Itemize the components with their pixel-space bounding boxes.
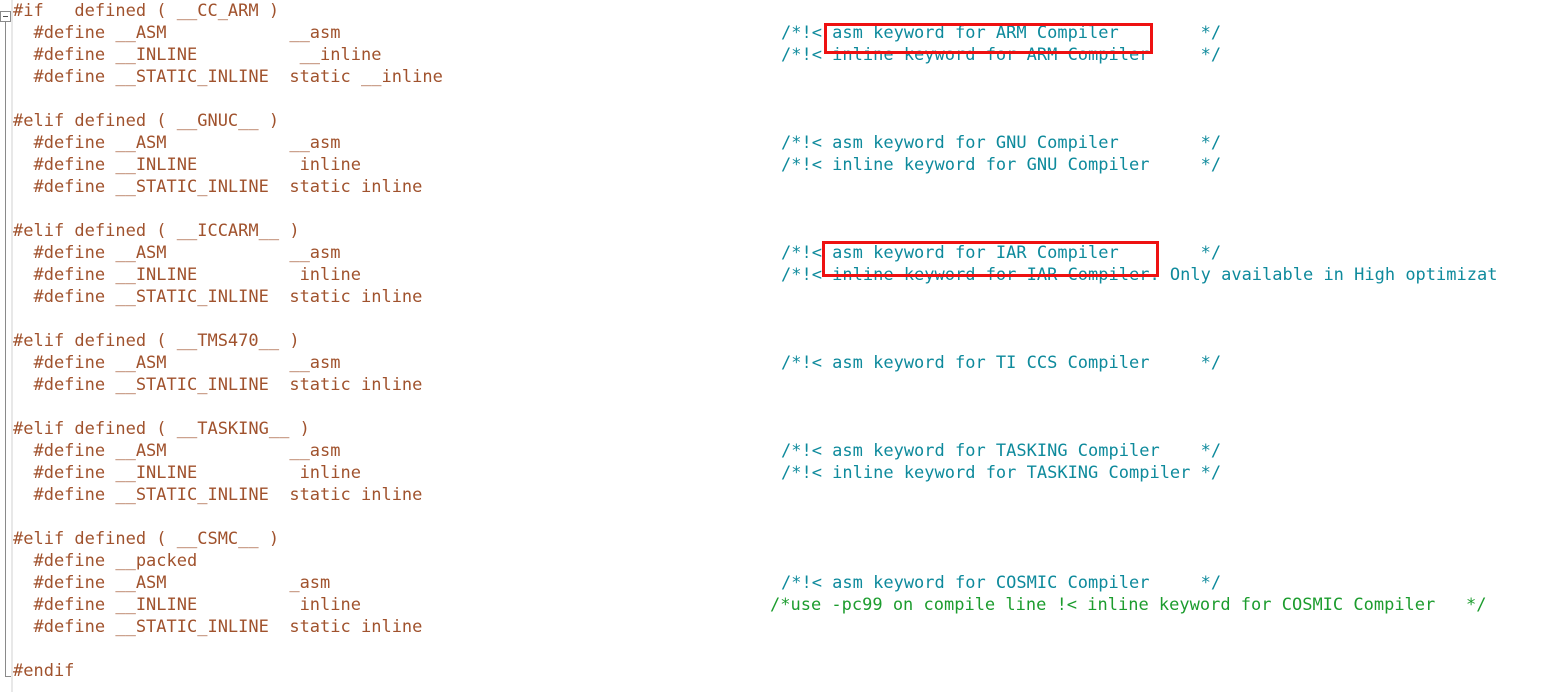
code-line[interactable]: #define __ASM __asm /*!< asm keyword for … [13, 132, 1552, 154]
code-line[interactable]: #elif defined ( __TASKING__ ) [13, 418, 1552, 440]
code-comment: /*!< asm keyword for TI CCS Compiler */ [781, 353, 1222, 373]
code-text: #define __INLINE inline [13, 265, 361, 285]
fold-end-icon [5, 676, 11, 677]
code-text: #define __INLINE inline [13, 595, 361, 615]
code-line[interactable]: #define __STATIC_INLINE static inline [13, 176, 1552, 198]
code-line[interactable]: #define __INLINE inline /*!< inline keywo… [13, 462, 1552, 484]
code-line[interactable]: #define __ASM __asm /*!< asm keyword for … [13, 22, 1552, 44]
code-line[interactable] [13, 638, 1552, 660]
fold-gutter [0, 0, 13, 692]
code-line[interactable] [13, 396, 1552, 418]
code-text: #elif defined ( __ICCARM__ ) [13, 221, 300, 241]
code-line[interactable]: #elif defined ( __GNUC__ ) [13, 110, 1552, 132]
code-text: #define __INLINE inline [13, 155, 361, 175]
code-comment: /*use -pc99 on compile line !< inline ke… [770, 595, 1487, 615]
code-comment: /*!< inline keyword for IAR Compiler. On… [781, 265, 1498, 285]
code-comment: /*!< inline keyword for TASKING Compiler… [781, 463, 1222, 483]
code-text: #elif defined ( __TMS470__ ) [13, 331, 300, 351]
code-comment: /*!< asm keyword for ARM Compiler */ [781, 23, 1222, 43]
code-text: #define __ASM _asm [13, 573, 331, 593]
code-comment: /*!< inline keyword for ARM Compiler */ [781, 45, 1222, 65]
code-editor-view: #if defined ( __CC_ARM ) #define __ASM _… [0, 0, 1552, 692]
code-line[interactable]: #define __packed [13, 550, 1552, 572]
code-text: #define __STATIC_INLINE static inline [13, 287, 423, 307]
code-line[interactable]: #define __ASM __asm /*!< asm keyword for … [13, 440, 1552, 462]
code-line[interactable]: #define __STATIC_INLINE static __inline [13, 66, 1552, 88]
code-text: #endif [13, 661, 75, 681]
code-text: #define __ASM __asm [13, 133, 341, 153]
code-line[interactable]: #define __STATIC_INLINE static inline [13, 286, 1552, 308]
code-text: #define __STATIC_INLINE static __inline [13, 67, 443, 87]
code-text: #define __ASM __asm [13, 243, 341, 263]
code-line[interactable]: #define __INLINE inline /*!< inline keywo… [13, 154, 1552, 176]
code-text: #if defined ( __CC_ARM ) [13, 1, 280, 21]
code-text: #define __ASM __asm [13, 23, 341, 43]
code-line[interactable]: #define __ASM __asm /*!< asm keyword for … [13, 352, 1552, 374]
code-line[interactable] [13, 506, 1552, 528]
code-line[interactable]: #define __INLINE inline /*!< inline keywo… [13, 264, 1552, 286]
code-comment: /*!< asm keyword for TASKING Compiler */ [781, 441, 1222, 461]
code-line[interactable] [13, 308, 1552, 330]
code-text: #define __STATIC_INLINE static inline [13, 375, 423, 395]
code-comment: /*!< asm keyword for COSMIC Compiler */ [781, 573, 1222, 593]
code-line[interactable] [13, 198, 1552, 220]
gutter-edge-divider [11, 0, 13, 692]
code-text: #define __packed [13, 551, 198, 571]
code-text: #elif defined ( __CSMC__ ) [13, 529, 280, 549]
code-text: #elif defined ( __TASKING__ ) [13, 419, 310, 439]
code-line[interactable] [13, 88, 1552, 110]
code-line[interactable]: #define __ASM _asm /*!< asm keyword for C… [13, 572, 1552, 594]
code-line[interactable]: #elif defined ( __CSMC__ ) [13, 528, 1552, 550]
code-text: #define __ASM __asm [13, 353, 341, 373]
code-text: #elif defined ( __GNUC__ ) [13, 111, 280, 131]
code-text: #define __STATIC_INLINE static inline [13, 177, 423, 197]
code-comment: /*!< asm keyword for IAR Compiler */ [781, 243, 1222, 263]
code-line[interactable]: #if defined ( __CC_ARM ) [13, 0, 1552, 22]
code-line[interactable]: #elif defined ( __TMS470__ ) [13, 330, 1552, 352]
code-text: #define __ASM __asm [13, 441, 341, 461]
fold-range-line [5, 17, 6, 676]
code-line[interactable]: #define __STATIC_INLINE static inline [13, 616, 1552, 638]
code-comment: /*!< inline keyword for GNU Compiler */ [781, 155, 1222, 175]
code-text: #define __STATIC_INLINE static inline [13, 617, 423, 637]
code-text: #define __INLINE __inline [13, 45, 382, 65]
code-line[interactable]: #define __STATIC_INLINE static inline [13, 484, 1552, 506]
code-line[interactable]: #define __STATIC_INLINE static inline [13, 374, 1552, 396]
code-line[interactable]: #define __ASM __asm /*!< asm keyword for … [13, 242, 1552, 264]
code-comment: /*!< asm keyword for GNU Compiler */ [781, 133, 1222, 153]
code-line[interactable]: #endif [13, 660, 1552, 682]
code-content[interactable]: #if defined ( __CC_ARM ) #define __ASM _… [13, 0, 1552, 692]
code-line[interactable]: #define __INLINE __inline /*!< inline key… [13, 44, 1552, 66]
code-line[interactable]: #define __INLINE inline /*use -pc99 on co… [13, 594, 1552, 616]
fold-collapse-icon[interactable] [0, 11, 11, 22]
code-text: #define __STATIC_INLINE static inline [13, 485, 423, 505]
code-text: #define __INLINE inline [13, 463, 361, 483]
code-line[interactable]: #elif defined ( __ICCARM__ ) [13, 220, 1552, 242]
